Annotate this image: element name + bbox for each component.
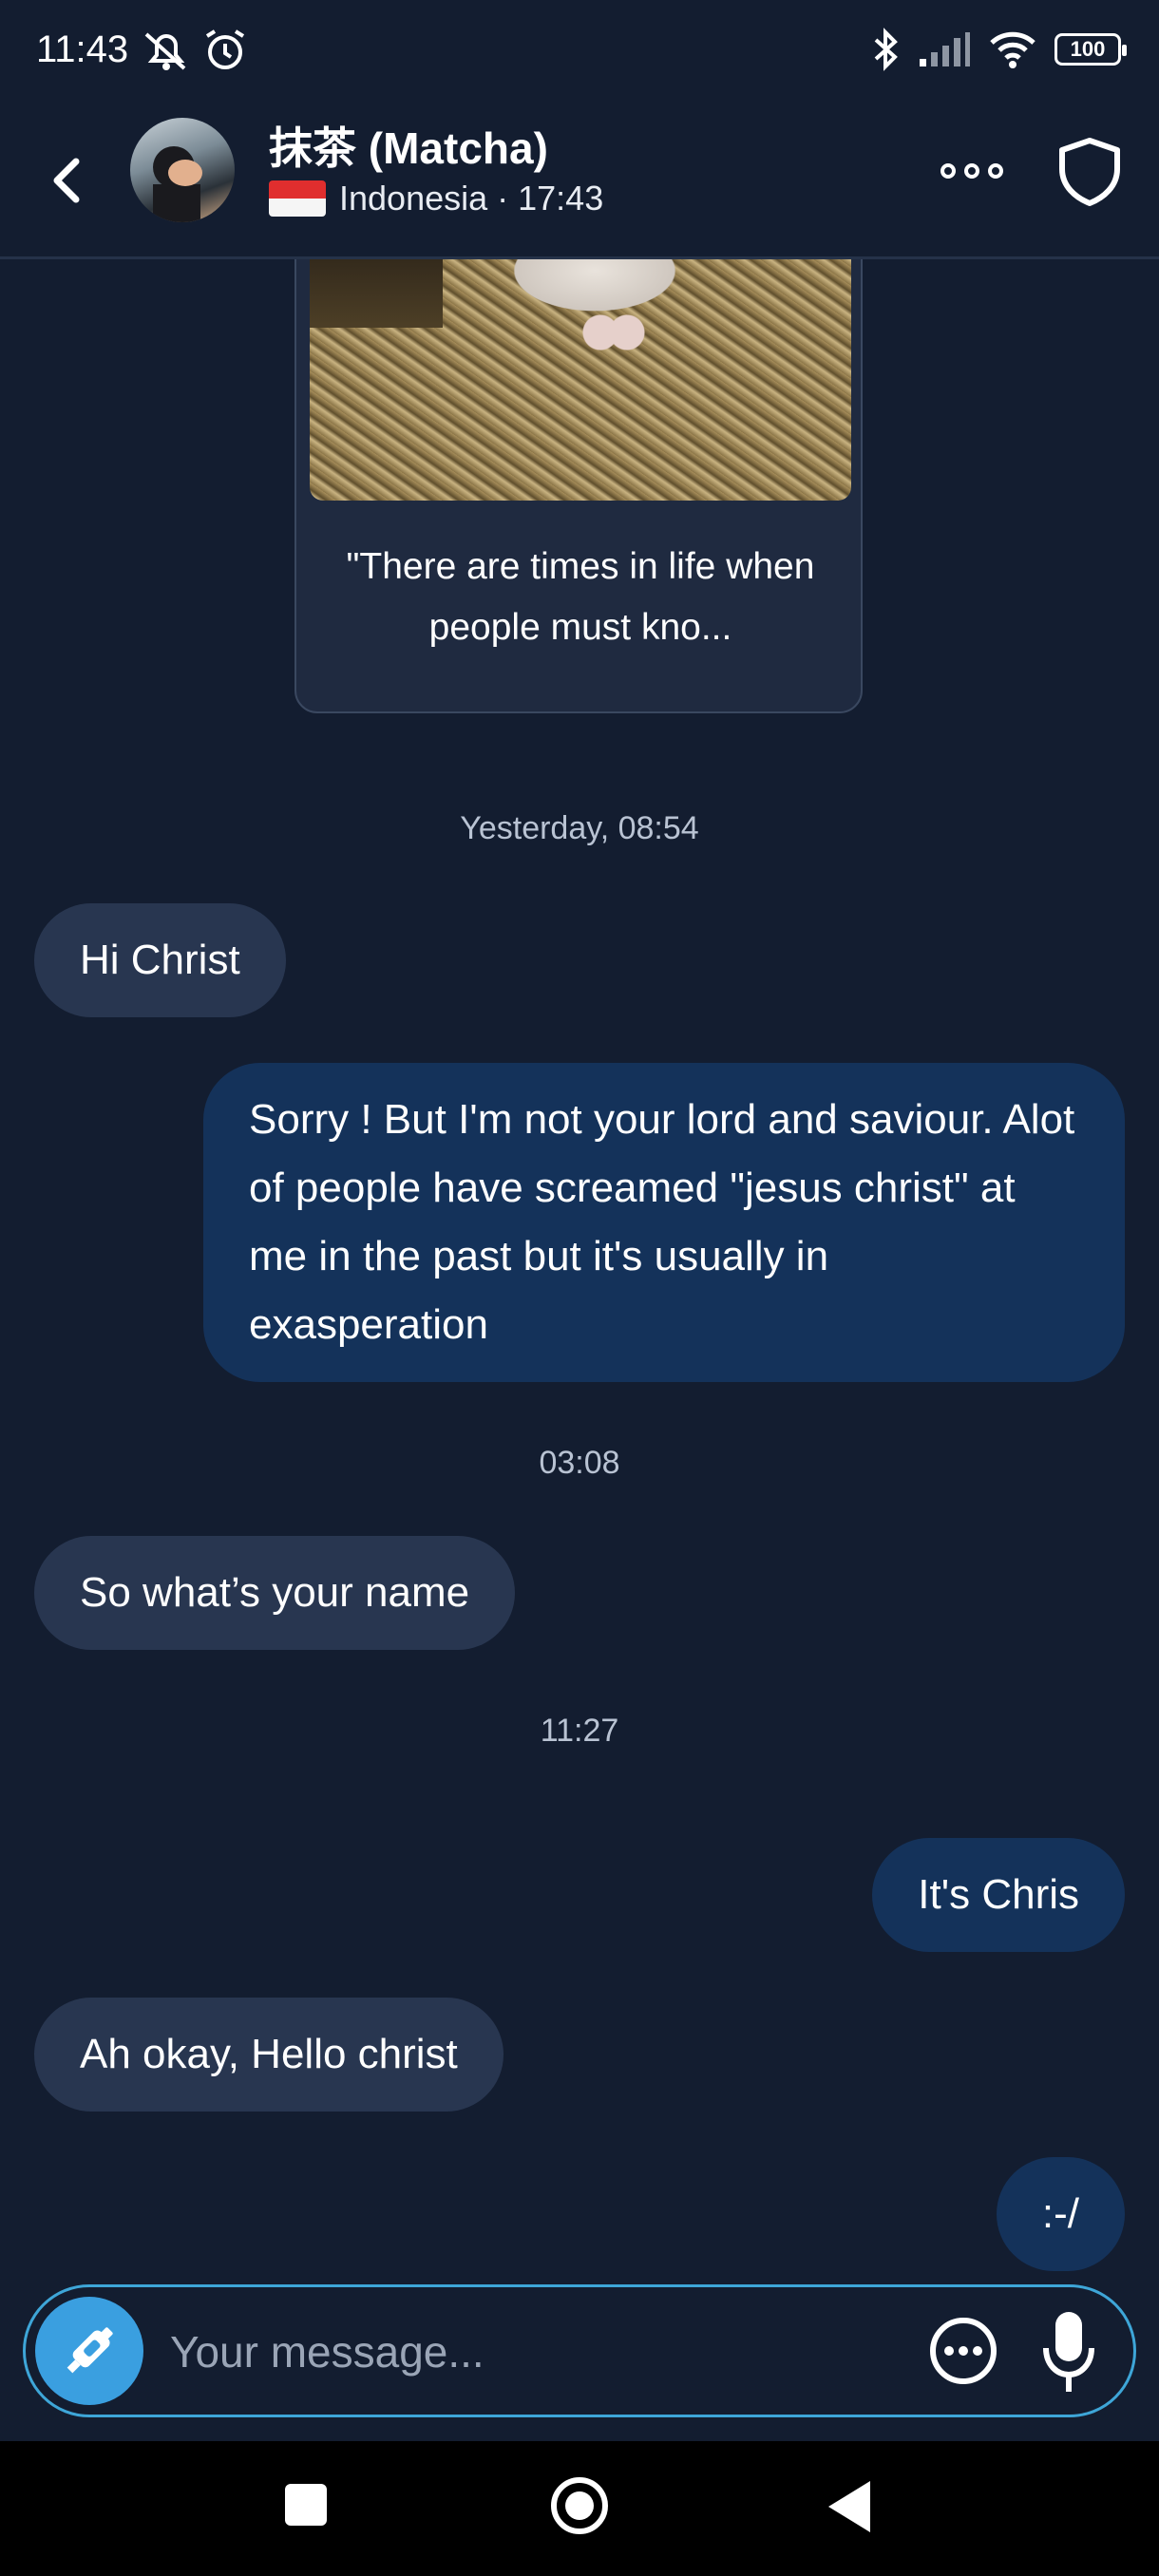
more-options-icon[interactable] (939, 152, 1005, 190)
recent-apps-icon[interactable] (285, 2484, 327, 2526)
microphone-icon[interactable] (1040, 2306, 1097, 2397)
message-timestamp: 11:27 (540, 1713, 619, 1749)
contact-location-time: Indonesia · 17:43 (339, 179, 604, 218)
incoming-message[interactable]: Ah okay, Hello christ (34, 1998, 504, 2112)
signal-icon (920, 32, 970, 66)
contact-subtitle: Indonesia · 17:43 (269, 179, 603, 218)
back-arrow-icon[interactable] (42, 146, 89, 213)
message-timestamp: Yesterday, 08:54 (460, 810, 699, 846)
incoming-message[interactable]: Hi Christ (34, 903, 286, 1017)
outgoing-message[interactable]: It's Chris (872, 1838, 1125, 1952)
shield-icon[interactable] (1056, 137, 1123, 207)
outgoing-message[interactable]: Sorry ! But I'm not your lord and saviou… (203, 1063, 1125, 1382)
attachment-icon (66, 2327, 113, 2374)
avatar-image (153, 146, 202, 222)
indonesia-flag-icon (269, 180, 326, 217)
bluetooth-icon (874, 28, 898, 71)
message-composer (23, 2284, 1136, 2417)
attach-button[interactable] (35, 2297, 143, 2405)
shared-post-card[interactable]: "There are times in life when people mus… (294, 259, 863, 713)
more-actions-icon[interactable] (928, 2316, 998, 2386)
nav-back-icon[interactable] (828, 2481, 870, 2532)
incoming-message[interactable]: So what’s your name (34, 1536, 516, 1650)
status-time: 11:43 (36, 28, 129, 70)
shared-post-image (310, 259, 851, 501)
wifi-icon (990, 31, 1036, 68)
shared-post-text: "There are times in life when people mus… (346, 546, 815, 648)
chat-header: 抹茶 (Matcha) Indonesia · 17:43 (0, 104, 1159, 259)
contact-avatar[interactable] (130, 118, 235, 222)
battery-icon: 100 (1054, 33, 1127, 66)
home-icon[interactable] (551, 2477, 608, 2534)
outgoing-message[interactable]: :-/ (996, 2157, 1125, 2271)
alarm-icon (203, 28, 247, 77)
message-timestamp: 03:08 (539, 1445, 620, 1481)
message-input[interactable] (168, 2308, 894, 2396)
contact-name[interactable]: 抹茶 (Matcha) (269, 114, 548, 177)
status-icons-right: 100 (870, 27, 1127, 72)
status-bar: 11:43 100 (0, 0, 1159, 104)
battery-level: 100 (1070, 37, 1106, 61)
chat-messages[interactable]: "There are times in life when people mus… (0, 259, 1159, 2282)
system-navigation-bar (0, 2441, 1159, 2576)
